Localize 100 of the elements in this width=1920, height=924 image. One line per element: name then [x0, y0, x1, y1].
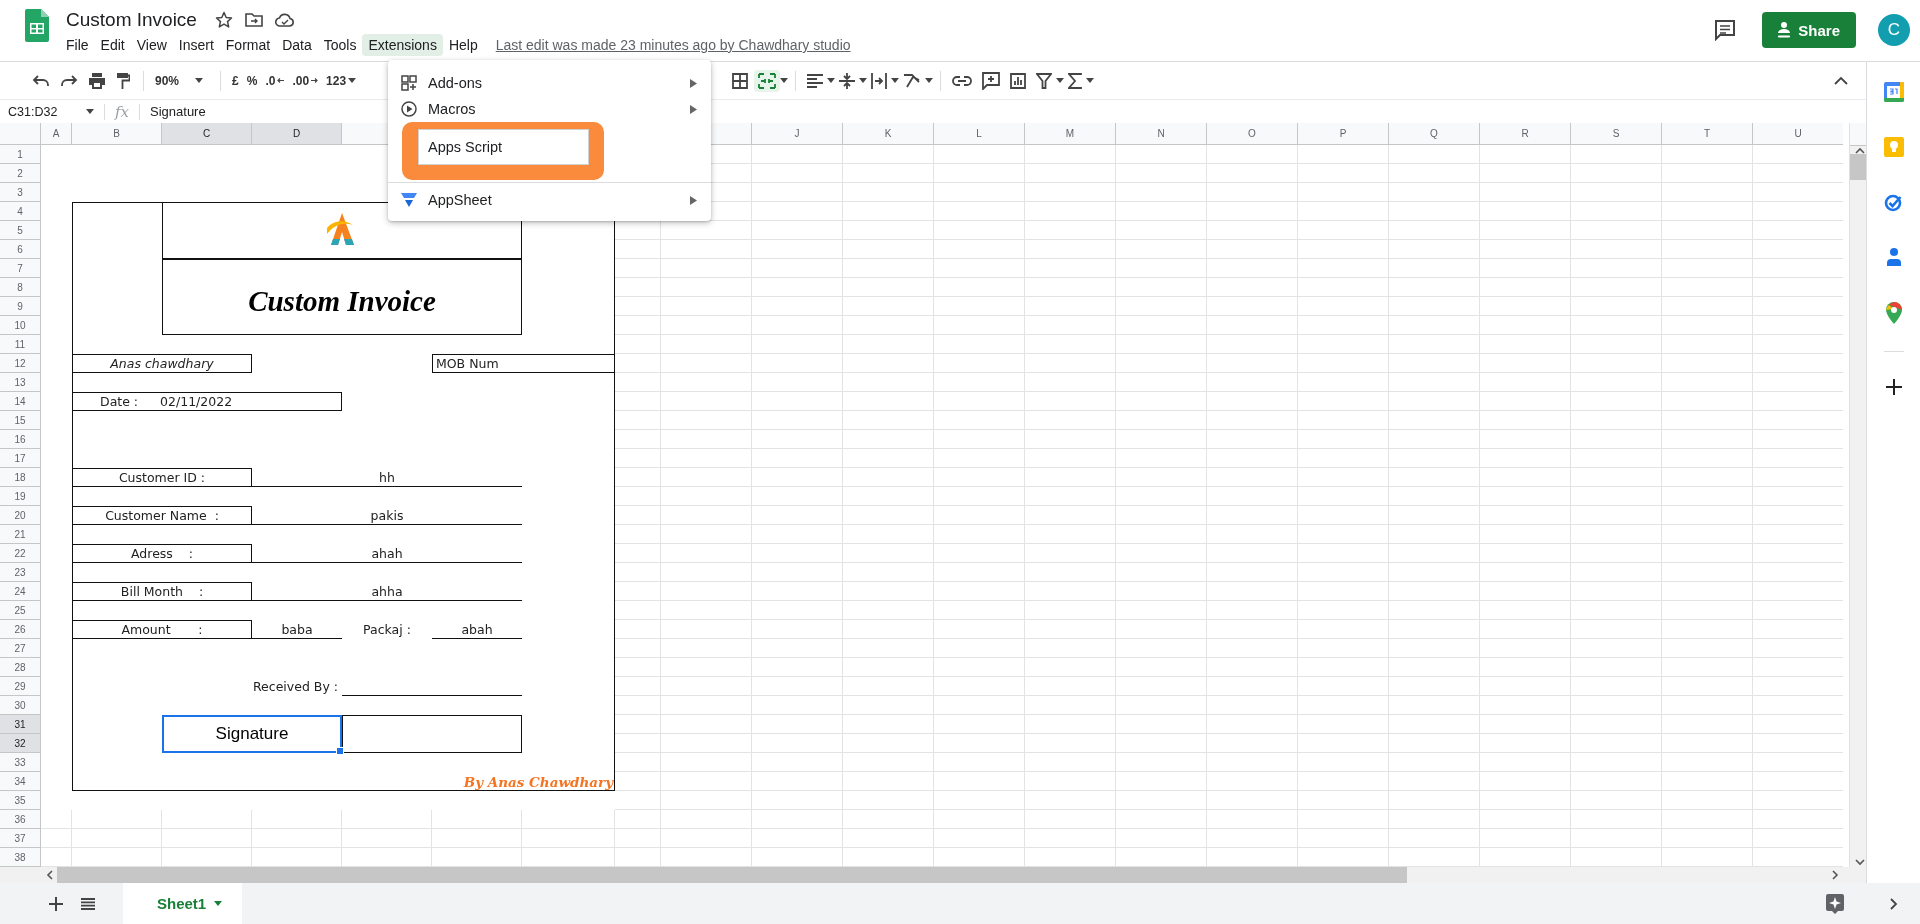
column-header[interactable]: M — [1025, 123, 1116, 145]
caret-icon[interactable] — [891, 78, 900, 83]
row-header[interactable]: 36 — [0, 810, 41, 829]
undo-icon[interactable] — [32, 73, 50, 88]
scroll-down-icon[interactable] — [1854, 859, 1866, 867]
decrease-decimal-button[interactable]: .0 — [261, 70, 289, 91]
column-header[interactable]: O — [1207, 123, 1298, 145]
document-title[interactable]: Custom Invoice — [66, 9, 197, 31]
row-header[interactable]: 35 — [0, 791, 41, 810]
share-button[interactable]: Share — [1762, 12, 1856, 48]
row-header[interactable]: 6 — [0, 240, 41, 259]
menu-item[interactable]: File — [60, 34, 95, 56]
map-pin-icon[interactable] — [1885, 302, 1902, 324]
row-header[interactable]: 17 — [0, 449, 41, 468]
menu-item[interactable]: Tools — [317, 34, 363, 56]
row-header[interactable]: 1 — [0, 145, 41, 164]
caret-icon[interactable] — [925, 78, 934, 83]
row-header[interactable]: 7 — [0, 259, 41, 278]
column-header[interactable]: B — [72, 123, 162, 145]
caret-icon[interactable] — [214, 901, 223, 906]
scroll-thumb[interactable] — [57, 867, 1407, 883]
menu-item[interactable]: View — [130, 34, 173, 56]
add-icon[interactable] — [1885, 379, 1902, 395]
row-header[interactable]: 5 — [0, 221, 41, 240]
redo-icon[interactable] — [60, 73, 78, 88]
explore-icon[interactable] — [1826, 893, 1844, 914]
column-header[interactable]: T — [1662, 123, 1753, 145]
last-edit-link[interactable]: Last edit was made 23 minutes ago by Chawdhary studio — [495, 37, 851, 53]
sum-icon[interactable] — [1068, 72, 1083, 89]
column-header[interactable]: K — [843, 123, 934, 145]
row-header[interactable]: 26 — [0, 620, 41, 639]
row-header[interactable]: 10 — [0, 316, 41, 335]
row-header[interactable]: 23 — [0, 563, 41, 582]
row-header[interactable]: 14 — [0, 392, 41, 411]
menu-item[interactable]: Macros — [388, 96, 711, 122]
sheet-tab[interactable]: Sheet1 — [123, 883, 243, 924]
chart-icon[interactable] — [1010, 72, 1027, 89]
column-header[interactable]: A — [41, 123, 72, 145]
column-header[interactable]: R — [1480, 123, 1571, 145]
borders-icon[interactable] — [732, 72, 749, 89]
column-header[interactable]: U — [1753, 123, 1843, 145]
collapse-icon[interactable] — [1834, 76, 1848, 85]
row-header[interactable]: 28 — [0, 658, 41, 677]
paint-format-icon[interactable] — [116, 71, 130, 90]
caret-icon[interactable] — [348, 78, 357, 83]
filter-icon[interactable] — [1036, 72, 1053, 89]
print-icon[interactable] — [88, 72, 106, 89]
row-header[interactable]: 9 — [0, 297, 41, 316]
text-wrap-icon[interactable] — [871, 72, 888, 89]
comment-icon[interactable] — [1714, 19, 1737, 41]
row-header[interactable]: 25 — [0, 601, 41, 620]
caret-icon[interactable] — [1056, 78, 1065, 83]
expand-panel-icon[interactable] — [1890, 897, 1898, 910]
row-header[interactable]: 4 — [0, 202, 41, 221]
caret-icon[interactable] — [780, 78, 789, 83]
scroll-up-icon[interactable] — [1854, 146, 1866, 154]
caret-icon[interactable] — [859, 78, 868, 83]
column-header[interactable]: C — [162, 123, 252, 145]
person-icon[interactable] — [1885, 247, 1902, 267]
signature-cell[interactable]: Signature — [162, 715, 342, 753]
row-header[interactable]: 19 — [0, 487, 41, 506]
row-header[interactable]: 31 — [0, 715, 41, 734]
row-header[interactable]: 32 — [0, 734, 41, 753]
spreadsheet-icon[interactable] — [25, 9, 49, 42]
zoom-dropdown[interactable]: 90% — [151, 70, 208, 91]
caret-icon[interactable] — [86, 109, 94, 114]
vertical-scrollbar[interactable] — [1849, 123, 1866, 867]
menu-item[interactable]: Apps Script — [402, 122, 604, 180]
column-header[interactable]: Q — [1389, 123, 1480, 145]
folder-icon[interactable] — [244, 12, 263, 28]
currency-button[interactable]: £ — [228, 70, 243, 91]
increase-decimal-button[interactable]: .00 — [288, 70, 323, 91]
caret-icon[interactable] — [195, 78, 204, 83]
menu-item[interactable]: Insert — [172, 34, 220, 56]
text-rotate-icon[interactable] — [903, 72, 922, 89]
row-header[interactable]: 30 — [0, 696, 41, 715]
row-header[interactable]: 37 — [0, 829, 41, 848]
sheet-list-icon[interactable] — [81, 897, 95, 910]
row-header[interactable]: 18 — [0, 468, 41, 487]
formula-input[interactable]: Signature — [150, 104, 206, 119]
menu-item[interactable]: Extensions — [362, 34, 443, 56]
row-header[interactable]: 8 — [0, 278, 41, 297]
row-header[interactable]: 12 — [0, 354, 41, 373]
menu-item[interactable]: Edit — [94, 34, 131, 56]
row-header[interactable]: 33 — [0, 753, 41, 772]
column-header[interactable]: L — [934, 123, 1025, 145]
link-icon[interactable] — [952, 74, 973, 87]
row-header[interactable]: 3 — [0, 183, 41, 202]
fill-handle[interactable] — [336, 747, 344, 755]
row-header[interactable]: 21 — [0, 525, 41, 544]
column-header[interactable]: D — [252, 123, 342, 145]
scroll-right-icon[interactable] — [1832, 869, 1840, 881]
vertical-align-icon[interactable] — [839, 72, 856, 89]
percent-button[interactable]: % — [242, 70, 262, 91]
horizontal-scrollbar[interactable] — [0, 867, 1866, 883]
row-header[interactable]: 22 — [0, 544, 41, 563]
merge-cells-icon[interactable] — [758, 72, 777, 89]
scroll-left-icon[interactable] — [45, 869, 53, 881]
caret-icon[interactable] — [827, 78, 836, 83]
add-comment-icon[interactable] — [982, 71, 1001, 90]
